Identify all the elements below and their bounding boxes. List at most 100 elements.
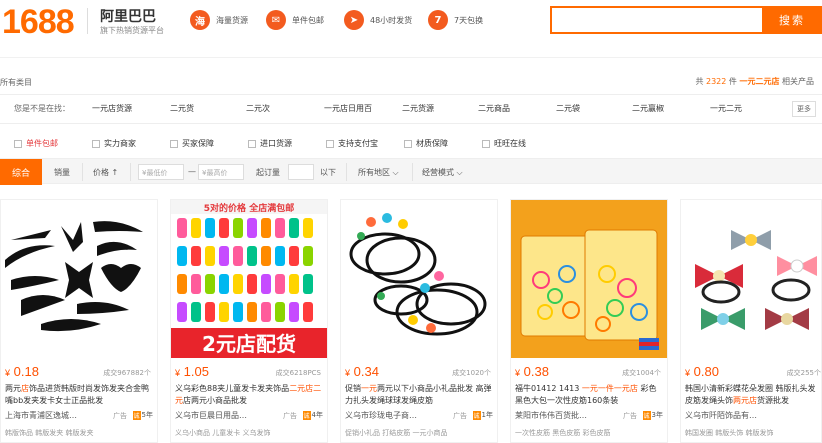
brand-subtitle: 旗下热销货源平台 [100,26,164,35]
title-keyword: 一元 [361,384,377,393]
breadcrumb[interactable]: 所有类目 [0,77,32,88]
feature-label: 7天包换 [454,15,484,25]
years-value: 5年 [141,411,153,419]
count-prefix: 共 [695,77,704,86]
package-icon: ✉ [266,10,286,30]
product-image[interactable] [1,200,157,358]
title-text: 福牛01412 1413 [515,384,582,393]
checkbox[interactable] [170,139,178,148]
sort-bar: 综合 销量 价格 ↑ ¥最低价 — ¥最高价 起订量 以下 所有地区 ⌵ 经营模… [0,158,822,185]
checkbox[interactable] [326,139,334,148]
rocket-icon: ➤ [344,10,364,30]
price-value: 1.05 [183,364,209,379]
title-text: 货源批发 [757,396,789,405]
filter-buyer-protection[interactable]: 买家保障 [170,138,214,149]
product-card[interactable]: 5对的价格 全店满包邮 2元店配货 ¥ 1.05 成交6218PCS 义乌彩色8… [170,199,328,443]
seller-name[interactable]: 义乌市巨晨日用品… [175,410,247,421]
filter-import[interactable]: 进口货源 [248,138,292,149]
filter-wangwang[interactable]: 旺旺在线 [482,138,526,149]
checkbox[interactable] [482,139,490,148]
product-image[interactable] [681,200,821,358]
filter-free-shipping[interactable]: 单件包邮 [14,138,58,149]
product-sales: 成交255个 [786,369,821,377]
seven-day-icon: 7 [428,10,448,30]
keyword-more-button[interactable]: 更多 [792,101,816,117]
seller-name[interactable]: 义乌市珍珑电子商… [345,410,417,421]
sort-price[interactable]: 价格 ↑ [93,167,118,178]
filter-label: 旺旺在线 [494,139,526,148]
product-title[interactable]: 义乌彩色88夹儿童发卡发夹饰品二元店二元店两元小商品批发 [175,383,323,407]
filter-strong-merchant[interactable]: 实力商家 [92,138,136,149]
price-value: 0.18 [13,364,39,379]
moq-input[interactable] [288,164,314,180]
keyword-item[interactable]: 二元次 [246,103,270,114]
product-title[interactable]: 促销一元两元以下小商品小礼品批发 高弹力扎头发绳球球发绳皮筋 [345,383,493,407]
product-card[interactable]: ¥ 0.18 成交967882个 两元店饰品进货韩版时尚发饰发夹合金鸭嘴bb发夹… [0,199,158,443]
product-tags: 韩国发圈 韩版头饰 韩版发饰 [685,429,774,437]
seller-years: 诚 3年 [642,410,663,420]
image-banner-text: 5对的价格 全店满包邮 [204,202,294,214]
min-price-input[interactable]: ¥最低价 [138,164,184,180]
keyword-item[interactable]: 二元货 [170,103,194,114]
sort-comprehensive[interactable]: 综合 [0,159,42,185]
image-footer-text: 2元店配货 [202,332,296,356]
keyword-item[interactable]: 一元二元 [710,103,742,114]
business-mode-select[interactable]: 经营模式 ⌵ [422,167,463,178]
max-price-input[interactable]: ¥最高价 [198,164,244,180]
product-image[interactable]: 5对的价格 全店满包邮 2元店配货 [171,200,327,358]
product-price: ¥ 1.05 [175,364,209,379]
divider [82,163,83,181]
price-value: 0.38 [523,364,549,379]
filter-material[interactable]: 材质保障 [404,138,448,149]
keyword-item[interactable]: 二元商品 [478,103,510,114]
chevron-down-icon: ⌵ [392,168,399,177]
filter-label: 材质保障 [416,139,448,148]
checkbox[interactable] [404,139,412,148]
region-label: 所有地区 [358,168,390,177]
checkbox[interactable] [92,139,100,148]
keyword-item[interactable]: 二元袋 [556,103,580,114]
mode-label: 经营模式 [422,168,454,177]
seller-name[interactable]: 莱阳市伟伟百货批… [515,410,587,421]
product-sales: 成交1020个 [452,369,491,377]
filter-alipay[interactable]: 支持支付宝 [326,138,378,149]
ad-label: 广告 [623,412,637,420]
ad-label: 广告 [283,412,297,420]
product-title[interactable]: 两元店饰品进货韩版时尚发饰发夹合金鸭嘴bb发夹发卡女士正品批发 [5,383,153,407]
product-card[interactable]: ¥ 0.34 成交1020个 促销一元两元以下小商品小礼品批发 高弹力扎头发绳球… [340,199,498,443]
years-value: 4年 [311,411,323,419]
product-title[interactable]: 福牛01412 1413 一元一件一元店 彩色黑色大包一次性皮筋160条装 [515,383,663,407]
product-image[interactable] [511,200,667,358]
product-image[interactable] [341,200,497,358]
product-card[interactable]: ¥ 0.38 成交1004个 福牛01412 1413 一元一件一元店 彩色黑色… [510,199,668,443]
ad-label: 广告 [113,412,127,420]
product-sales: 成交1004个 [622,369,661,377]
keyword-item[interactable]: 一元店日用百 [324,103,372,114]
seller-name[interactable]: 义乌市阡陌饰品有… [685,410,757,421]
product-card[interactable]: ¥ 0.80 成交255个 韩国小清新彩蝶花朵发圈 韩版扎头发皮筋发绳头饰两元店… [680,199,822,443]
site-logo[interactable]: 1688 [2,2,75,42]
title-keyword: 两元店 [733,396,757,405]
product-tags: 韩版饰品 韩版发夹 韩版发夹 [5,429,94,437]
product-title[interactable]: 韩国小清新彩蝶花朵发圈 韩版扎头发皮筋发绳头饰两元店货源批发 [685,383,821,407]
filter-label: 单件包邮 [26,139,58,148]
region-select[interactable]: 所有地区 ⌵ [358,167,399,178]
product-sales: 成交6218PCS [275,369,321,377]
chevron-down-icon: ⌵ [456,168,463,177]
filter-label: 实力商家 [104,139,136,148]
product-sales: 成交967882个 [103,369,151,377]
divider [412,163,413,181]
sort-sales[interactable]: 销量 [54,167,70,178]
product-tags: 促销小礼品 打结皮筋 一元小商品 [345,429,448,437]
keyword-item[interactable]: 二元赢椒 [632,103,664,114]
filter-label: 进口货源 [260,139,292,148]
keyword-item[interactable]: 二元货源 [402,103,434,114]
keyword-item[interactable]: 一元店货源 [92,103,132,114]
checkbox[interactable] [248,139,256,148]
checkbox[interactable] [14,139,22,148]
price-dash: — [188,167,196,176]
seller-name[interactable]: 上海市青浦区逸城… [5,410,77,421]
search-button[interactable]: 搜索 [762,6,822,34]
feature-label: 单件包邮 [292,15,324,25]
search-input[interactable] [550,6,762,34]
